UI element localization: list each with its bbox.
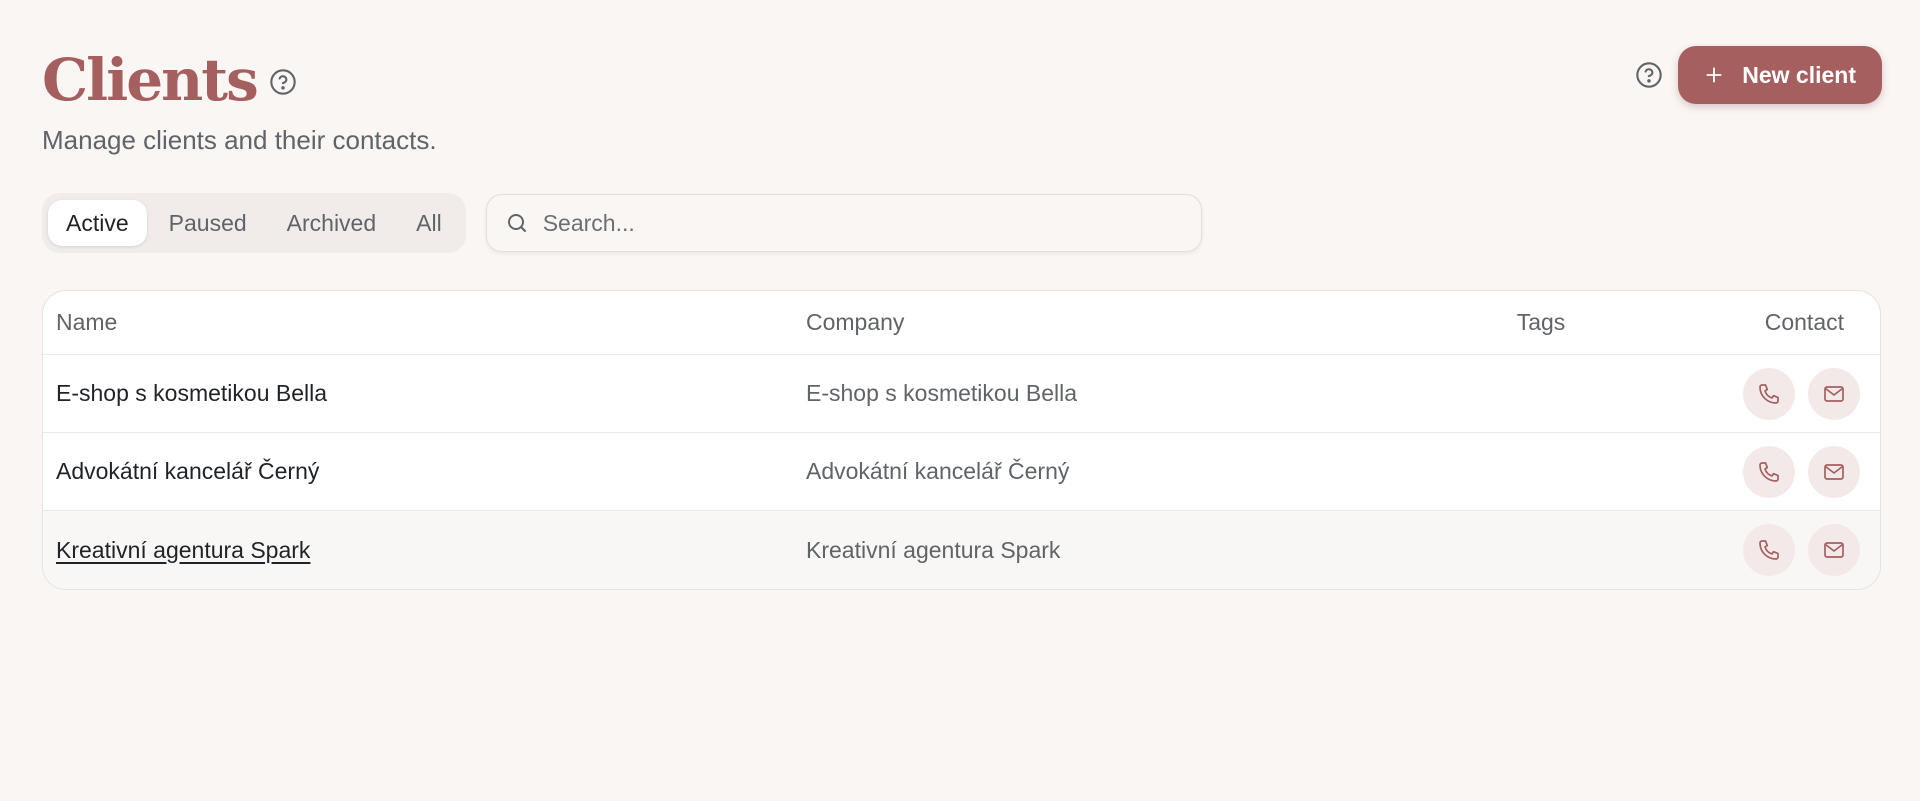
column-header-tags: Tags — [1516, 309, 1566, 335]
client-name-link[interactable]: Advokátní kancelář Černý — [43, 458, 793, 485]
table-header: Name Company Tags Contact — [43, 291, 1880, 355]
phone-icon — [1759, 540, 1779, 560]
status-tabs: Active Paused Archived All — [42, 193, 466, 253]
table-row[interactable]: E-shop s kosmetikou Bella E-shop s kosme… — [43, 355, 1880, 433]
search-input[interactable] — [542, 209, 1183, 237]
client-name-link[interactable]: Kreativní agentura Spark — [43, 537, 793, 564]
mail-icon — [1824, 542, 1844, 558]
question-circle-icon — [1636, 62, 1662, 88]
table-row[interactable]: Kreativní agentura Spark Kreativní agent… — [43, 511, 1880, 589]
column-header-name[interactable]: Name — [43, 309, 793, 336]
page-title: Clients — [42, 46, 259, 114]
client-name-link[interactable]: E-shop s kosmetikou Bella — [43, 380, 793, 407]
call-button[interactable] — [1743, 445, 1795, 498]
client-company: Advokátní kancelář Černý — [806, 458, 1070, 484]
mail-icon — [1824, 385, 1844, 402]
tab-all[interactable]: All — [398, 200, 460, 246]
client-company: E-shop s kosmetikou Bella — [806, 380, 1078, 406]
new-client-label: New client — [1742, 61, 1856, 88]
title-row: Clients — [42, 40, 437, 120]
client-company: Kreativní agentura Spark — [806, 536, 1061, 563]
email-button[interactable] — [1808, 367, 1860, 420]
email-button[interactable] — [1808, 524, 1860, 576]
tab-active[interactable]: Active — [48, 200, 147, 246]
email-button[interactable] — [1808, 445, 1860, 498]
mail-icon — [1824, 463, 1844, 480]
tab-paused[interactable]: Paused — [151, 200, 265, 246]
phone-icon — [1759, 383, 1779, 404]
call-button[interactable] — [1743, 367, 1795, 420]
new-client-button[interactable]: New client — [1678, 46, 1882, 104]
tab-archived[interactable]: Archived — [269, 200, 394, 246]
clients-page: Clients Manage clients and their contact… — [0, 0, 1920, 801]
column-header-contact: Contact — [1764, 309, 1844, 335]
table-row[interactable]: Advokátní kancelář Černý Advokátní kance… — [43, 433, 1880, 511]
plus-icon — [1704, 65, 1724, 85]
help-button[interactable] — [1634, 60, 1664, 90]
clients-table: Name Company Tags Contact E-shop s kosme… — [42, 290, 1881, 590]
search-icon — [505, 211, 529, 235]
contact-actions — [1609, 445, 1880, 498]
top-actions: New client — [1634, 46, 1882, 104]
call-button[interactable] — [1743, 524, 1795, 576]
phone-icon — [1759, 461, 1779, 482]
filter-bar: Active Paused Archived All — [42, 193, 1202, 253]
contact-actions — [1609, 367, 1880, 420]
page-subtitle: Manage clients and their contacts. — [42, 125, 437, 155]
question-circle-icon[interactable] — [269, 68, 297, 96]
page-header: Clients Manage clients and their contact… — [42, 40, 437, 156]
column-header-company[interactable]: Company — [793, 309, 1473, 336]
search-box — [485, 194, 1202, 252]
contact-actions — [1609, 524, 1880, 576]
